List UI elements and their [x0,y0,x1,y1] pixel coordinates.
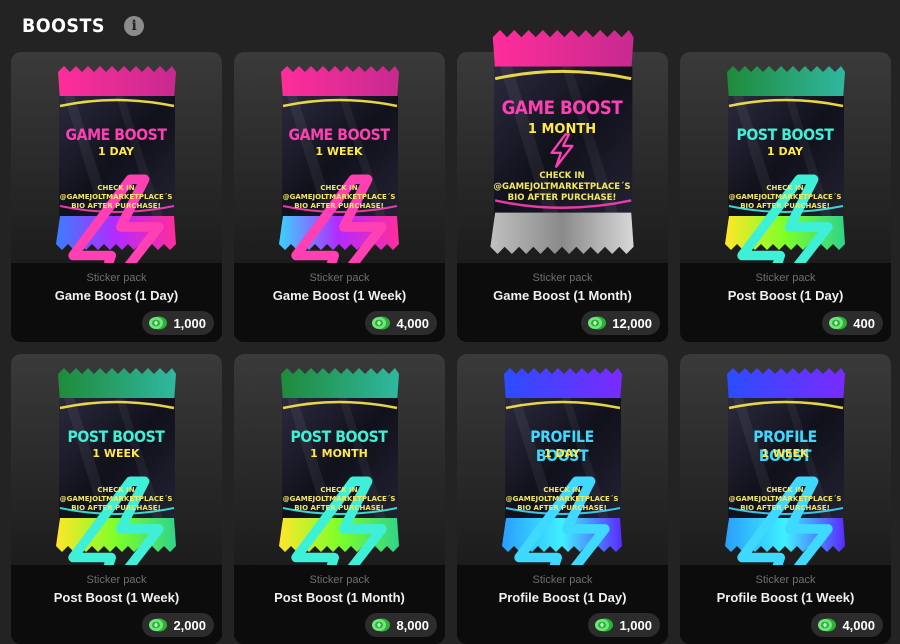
card-art: POST BOOST 1 WEEK CHECK IN @GAMEJOLTMARK… [11,354,222,565]
section-title: BOOSTS [22,15,105,37]
sticker-pack-image: GAME BOOST 1 WEEK CHECK IN @GAMEJOLTMARK… [277,66,401,263]
item-type: Sticker pack [532,574,593,586]
card-info: Sticker pack Post Boost (1 Day) 400 [680,263,891,342]
product-card[interactable]: POST BOOST 1 WEEK CHECK IN @GAMEJOLTMARK… [11,354,222,644]
card-info: Sticker pack Profile Boost (1 Week) 4,00… [680,565,891,644]
price-amount: 1,000 [173,315,206,331]
item-type: Sticker pack [309,272,370,284]
price-badge: 2,000 [142,613,214,637]
card-info: Sticker pack Game Boost (1 Week) 4,000 [234,263,445,342]
price-badge: 12,000 [581,311,660,335]
price-badge: 8,000 [365,613,437,637]
coin-icon [149,618,168,632]
price-amount: 4,000 [842,617,875,633]
item-name: Post Boost (1 Week) [53,590,180,605]
product-card[interactable]: GAME BOOST 1 MONTH CHECK IN @GAMEJOLTMAR… [457,30,668,342]
price-amount: 12,000 [612,315,652,331]
item-type: Sticker pack [86,272,147,284]
coin-icon [372,618,391,632]
card-art: POST BOOST 1 DAY CHECK IN @GAMEJOLTMARKE… [680,52,891,263]
price-badge: 1,000 [588,613,660,637]
sticker-pack-image: POST BOOST 1 DAY CHECK IN @GAMEJOLTMARKE… [723,66,847,263]
card-info: Sticker pack Post Boost (1 Month) 8,000 [234,565,445,644]
section-header: BOOSTS i [22,12,145,40]
item-type: Sticker pack [755,574,816,586]
coin-icon [149,316,168,330]
item-name: Profile Boost (1 Day) [498,590,627,605]
coin-icon [372,316,391,330]
card-info: Sticker pack Profile Boost (1 Day) 1,000 [457,565,668,644]
price-amount: 1,000 [619,617,652,633]
sticker-pack-image: POST BOOST 1 MONTH CHECK IN @GAMEJOLTMAR… [277,368,401,565]
item-type: Sticker pack [532,272,593,284]
product-card[interactable]: PROFILE BOOST 1 DAY CHECK IN @GAMEJOLTMA… [457,354,668,644]
item-name: Post Boost (1 Day) [727,288,844,303]
item-name: Post Boost (1 Month) [274,590,405,605]
product-card[interactable]: POST BOOST 1 MONTH CHECK IN @GAMEJOLTMAR… [234,354,445,644]
item-name: Game Boost (1 Day) [54,288,179,303]
coin-icon [588,316,607,330]
item-name: Game Boost (1 Week) [272,288,407,303]
item-type: Sticker pack [755,272,816,284]
card-art: GAME BOOST 1 WEEK CHECK IN @GAMEJOLTMARK… [234,52,445,263]
info-icon[interactable]: i [124,16,145,36]
price-badge: 1,000 [142,311,214,335]
card-art: GAME BOOST 1 DAY CHECK IN @GAMEJOLTMARKE… [11,52,222,263]
price-amount: 8,000 [396,617,429,633]
sticker-pack-image: GAME BOOST 1 MONTH CHECK IN @GAMEJOLTMAR… [488,30,636,254]
price-badge: 4,000 [365,311,437,335]
sticker-pack-image: PROFILE BOOST 1 WEEK CHECK IN @GAMEJOLTM… [723,368,847,565]
product-card[interactable]: GAME BOOST 1 WEEK CHECK IN @GAMEJOLTMARK… [234,52,445,342]
product-card[interactable]: POST BOOST 1 DAY CHECK IN @GAMEJOLTMARKE… [680,52,891,342]
card-art: PROFILE BOOST 1 DAY CHECK IN @GAMEJOLTMA… [457,354,668,565]
item-name: Game Boost (1 Month) [493,288,632,303]
coin-icon [829,316,848,330]
price-amount: 4,000 [396,315,429,331]
card-info: Sticker pack Game Boost (1 Month) 12,000 [457,263,668,342]
sticker-pack-image: POST BOOST 1 WEEK CHECK IN @GAMEJOLTMARK… [54,368,178,565]
card-art: POST BOOST 1 MONTH CHECK IN @GAMEJOLTMAR… [234,354,445,565]
price-badge: 4,000 [811,613,883,637]
price-amount: 400 [853,315,875,331]
price-amount: 2,000 [173,617,206,633]
card-art: GAME BOOST 1 MONTH CHECK IN @GAMEJOLTMAR… [457,30,668,263]
price-badge: 400 [822,311,883,335]
item-name: Profile Boost (1 Week) [716,590,855,605]
sticker-pack-image: PROFILE BOOST 1 DAY CHECK IN @GAMEJOLTMA… [500,368,624,565]
product-card[interactable]: GAME BOOST 1 DAY CHECK IN @GAMEJOLTMARKE… [11,52,222,342]
item-type: Sticker pack [86,574,147,586]
item-type: Sticker pack [309,574,370,586]
sticker-pack-image: GAME BOOST 1 DAY CHECK IN @GAMEJOLTMARKE… [54,66,178,263]
card-art: PROFILE BOOST 1 WEEK CHECK IN @GAMEJOLTM… [680,354,891,565]
card-info: Sticker pack Post Boost (1 Week) 2,000 [11,565,222,644]
product-card[interactable]: PROFILE BOOST 1 WEEK CHECK IN @GAMEJOLTM… [680,354,891,644]
coin-icon [818,618,837,632]
card-info: Sticker pack Game Boost (1 Day) 1,000 [11,263,222,342]
coin-icon [595,618,614,632]
